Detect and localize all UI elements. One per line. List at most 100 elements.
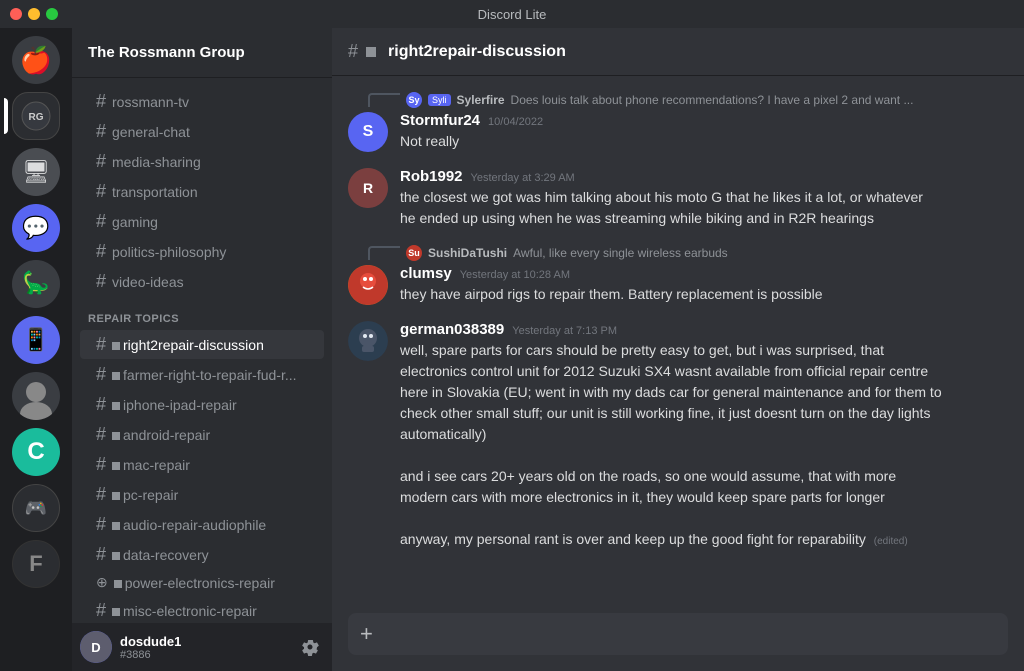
channel-misc-electronic[interactable]: # misc-electronic-repair [80, 596, 324, 623]
main-layout: 🍎 RG 🖥 💬 🦕 📱 [0, 28, 1024, 671]
message-group-clumsy: clumsy Yesterday at 10:28 AM they have a… [348, 265, 1008, 305]
server-icon-dino[interactable]: 🦕 [12, 260, 60, 308]
chat-input-wrapper: + [348, 613, 1008, 655]
message-content-stormfur: Stormfur24 10/04/2022 Not really [400, 112, 1008, 152]
channel-label: general-chat [112, 124, 190, 140]
reply-curve-icon [368, 246, 400, 260]
message-timestamp: 10/04/2022 [488, 116, 543, 128]
channel-farmer[interactable]: # farmer-right-to-repair-fud-r... [80, 360, 324, 389]
channel-video-ideas[interactable]: # video-ideas [80, 267, 324, 296]
channel-label: farmer-right-to-repair-fud-r... [112, 367, 296, 383]
channel-label: data-recovery [112, 547, 209, 563]
hash-icon: # [96, 364, 106, 385]
special-icon: ⊕ [96, 574, 108, 591]
message-group-german: german038389 Yesterday at 7:13 PM well, … [348, 321, 1008, 550]
channel-label: pc-repair [112, 487, 178, 503]
close-button[interactable] [10, 8, 22, 20]
username: dosdude1 [120, 634, 288, 649]
channel-android-repair[interactable]: # android-repair [80, 420, 324, 449]
hash-icon: # [96, 514, 106, 535]
channel-gaming[interactable]: # gaming [80, 207, 324, 236]
message-text: well, spare parts for cars should be pre… [400, 340, 1008, 550]
channel-label: politics-philosophy [112, 244, 226, 260]
hash-icon: # [96, 91, 106, 112]
reply-username: SushiDaTushi [428, 246, 507, 260]
hash-icon: # [96, 211, 106, 232]
user-info: dosdude1 #3886 [120, 634, 288, 661]
server-icon-dark1[interactable]: 🎮 [12, 484, 60, 532]
channel-audio-repair[interactable]: # audio-repair-audiophile [80, 510, 324, 539]
chat-channel-name: right2repair-discussion [388, 43, 566, 61]
hash-icon: # [96, 424, 106, 445]
hash-icon: # [96, 121, 106, 142]
hash-icon: # [96, 334, 106, 355]
message-timestamp: Yesterday at 10:28 AM [460, 269, 570, 281]
channel-label: transportation [112, 184, 198, 200]
message-content-german: german038389 Yesterday at 7:13 PM well, … [400, 321, 1008, 550]
server-icon-discord[interactable]: 💬 [12, 204, 60, 252]
message-input[interactable] [381, 615, 996, 653]
minimize-button[interactable] [28, 8, 40, 20]
server-sidebar: 🍎 RG 🖥 💬 🦕 📱 [0, 28, 72, 671]
server-icon-face[interactable] [12, 372, 60, 420]
channel-label: media-sharing [112, 154, 201, 170]
channel-pc-repair[interactable]: # pc-repair [80, 480, 324, 509]
server-icon-mac[interactable]: 🖥 [12, 148, 60, 196]
message-timestamp: Yesterday at 3:29 AM [471, 172, 575, 184]
hash-icon: # [96, 454, 106, 475]
avatar-clumsy [348, 265, 388, 305]
chat-messages: Sy Syli Sylerfire Does louis talk about … [332, 76, 1024, 605]
server-icon-apple[interactable]: 🍎 [12, 36, 60, 84]
hash-icon: # [96, 151, 106, 172]
channel-label: rossmann-tv [112, 94, 189, 110]
hash-icon: # [96, 271, 106, 292]
channel-power-electronics[interactable]: ⊕ power-electronics-repair [80, 570, 324, 595]
server-icon-tablet[interactable]: 📱 [12, 316, 60, 364]
message-timestamp: Yesterday at 7:13 PM [512, 325, 617, 337]
chat-area: # right2repair-discussion Sy Syli Sylerf… [332, 28, 1024, 671]
server-name[interactable]: The Rossmann Group [72, 28, 332, 78]
channel-transportation[interactable]: # transportation [80, 177, 324, 206]
avatar-rob: R [348, 168, 388, 208]
channel-label: gaming [112, 214, 158, 230]
channel-right2repair[interactable]: # right2repair-discussion [80, 330, 324, 359]
message-text: they have airpod rigs to repair them. Ba… [400, 284, 1008, 305]
titlebar-buttons [10, 8, 58, 20]
titlebar: Discord Lite [0, 0, 1024, 28]
repair-topics-header[interactable]: Repair Topics [72, 297, 332, 329]
user-area: D dosdude1 #3886 [72, 623, 332, 671]
message-text: Not really [400, 131, 1008, 152]
channel-media-sharing[interactable]: # media-sharing [80, 147, 324, 176]
avatar: D [80, 631, 112, 663]
channel-general-chat[interactable]: # general-chat [80, 117, 324, 146]
channel-data-recovery[interactable]: # data-recovery [80, 540, 324, 569]
reply-avatar: Su [406, 245, 422, 261]
avatar-stormfur: S [348, 112, 388, 152]
server-icon-rossmann[interactable]: RG [12, 92, 60, 140]
message-text: the closest we got was him talking about… [400, 187, 1008, 229]
maximize-button[interactable] [46, 8, 58, 20]
svg-text:🦕: 🦕 [22, 270, 49, 295]
reply-avatar: Sy [406, 92, 422, 108]
add-file-button[interactable]: + [360, 613, 373, 655]
channel-rossmann-tv[interactable]: # rossmann-tv [80, 87, 324, 116]
channel-label: iphone-ipad-repair [112, 397, 237, 413]
channel-sidebar: The Rossmann Group # rossmann-tv # gener… [72, 28, 332, 671]
channels-list: # rossmann-tv # general-chat # media-sha… [72, 78, 332, 623]
channel-label: power-electronics-repair [114, 575, 275, 591]
channel-mac-repair[interactable]: # mac-repair [80, 450, 324, 479]
channel-iphone-repair[interactable]: # iphone-ipad-repair [80, 390, 324, 419]
channel-politics-philosophy[interactable]: # politics-philosophy [80, 237, 324, 266]
hash-icon: # [96, 241, 106, 262]
avatar-german [348, 321, 388, 361]
channel-label: audio-repair-audiophile [112, 517, 266, 533]
hash-icon: # [96, 394, 106, 415]
message-header: german038389 Yesterday at 7:13 PM [400, 321, 1008, 338]
settings-button[interactable] [296, 633, 324, 661]
reply-text-preview: Awful, like every single wireless earbud… [513, 246, 728, 260]
channel-label: video-ideas [112, 274, 184, 290]
syler-reply-stub: Sy Syli Sylerfire Does louis talk about … [348, 92, 1008, 110]
server-icon-dark2[interactable]: F [12, 540, 60, 588]
reply-curve-icon [368, 93, 400, 107]
server-icon-clockwork[interactable]: C [12, 428, 60, 476]
